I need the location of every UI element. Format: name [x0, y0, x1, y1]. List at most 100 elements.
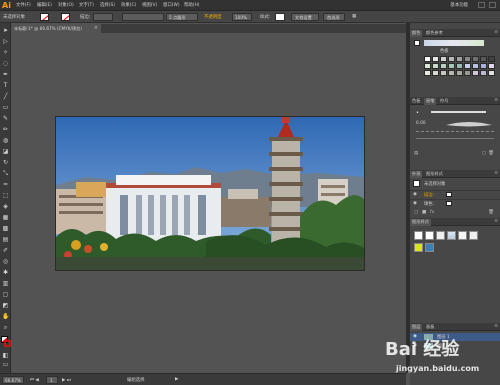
- style-swatch-4[interactable]: [447, 231, 456, 240]
- style-swatch-8[interactable]: [425, 243, 434, 252]
- delete-item-icon[interactable]: 🗑: [488, 210, 494, 215]
- stroke-color-icon[interactable]: [4, 340, 11, 347]
- stroke-swatch[interactable]: [61, 13, 70, 21]
- document-setup-button[interactable]: 文档设置: [291, 13, 319, 21]
- eyedropper-tool-icon[interactable]: ✐: [2, 247, 9, 254]
- menu-edit[interactable]: 编辑(E): [37, 2, 52, 8]
- style-swatch-3[interactable]: [436, 231, 445, 240]
- color-swatch[interactable]: [424, 70, 431, 76]
- first-page-icon[interactable]: ⏮ ◀: [30, 377, 39, 383]
- close-window-icon[interactable]: [489, 2, 496, 8]
- color-swatch[interactable]: [472, 63, 479, 69]
- default-style-swatch[interactable]: [414, 231, 423, 240]
- appearance-stroke-swatch[interactable]: [446, 192, 452, 197]
- lasso-tool-icon[interactable]: ◌: [2, 60, 9, 67]
- visibility-eye-icon[interactable]: ◉: [413, 192, 417, 197]
- tab-appearance[interactable]: 外观: [410, 171, 423, 178]
- color-swatch[interactable]: [456, 63, 463, 69]
- workspace-switcher[interactable]: 基本功能: [450, 2, 468, 8]
- eraser-tool-icon[interactable]: ◪: [2, 148, 9, 155]
- tab-brushes[interactable]: 画笔: [424, 98, 437, 105]
- color-swatch[interactable]: [464, 56, 471, 62]
- menu-effect[interactable]: 效果(C): [121, 2, 136, 8]
- brush-stroke-shape[interactable]: [444, 120, 494, 128]
- selection-tool-icon[interactable]: ➤: [2, 27, 9, 34]
- color-swatch[interactable]: [440, 70, 447, 76]
- color-swatch[interactable]: [456, 56, 463, 62]
- artboard[interactable]: [55, 116, 365, 271]
- scale-tool-icon[interactable]: ⤡: [2, 170, 9, 177]
- color-swatch[interactable]: [424, 56, 431, 62]
- free-transform-tool-icon[interactable]: ⬚: [2, 192, 9, 199]
- new-brush-icon[interactable]: ▢: [482, 151, 486, 156]
- graphic-styles-menu-icon[interactable]: ≡: [494, 219, 498, 224]
- add-stroke-icon[interactable]: ▢: [414, 210, 418, 215]
- stroke-weight-field[interactable]: [93, 13, 113, 21]
- color-swatch[interactable]: [464, 70, 471, 76]
- menu-window[interactable]: 窗口(W): [163, 2, 180, 8]
- color-swatch[interactable]: [440, 63, 447, 69]
- document-tab[interactable]: 未标题-1* @ 66.67% (CMYK/预览) ×: [11, 24, 101, 33]
- variable-width-select[interactable]: [122, 13, 164, 21]
- visibility-eye-icon[interactable]: ◉: [413, 201, 417, 206]
- page-field[interactable]: 1: [46, 376, 58, 384]
- swatch-fill-icon[interactable]: [414, 40, 420, 46]
- tab-color[interactable]: 颜色: [410, 30, 423, 37]
- menu-type[interactable]: 文字(T): [79, 2, 94, 8]
- color-swatch[interactable]: [488, 56, 495, 62]
- layers-menu-icon[interactable]: ≡: [494, 324, 498, 329]
- tab-symbols[interactable]: 符号: [438, 98, 450, 104]
- style-swatch-5[interactable]: [458, 231, 467, 240]
- opacity-label[interactable]: 不透明度: [204, 14, 222, 20]
- color-swatch[interactable]: [432, 56, 439, 62]
- style-swatch-2[interactable]: [425, 231, 434, 240]
- zoom-tool-icon[interactable]: ⌕: [2, 324, 9, 331]
- tab-graphic-styles[interactable]: 图形样式: [424, 171, 445, 177]
- menu-file[interactable]: 文件(F): [16, 2, 31, 8]
- menu-view[interactable]: 视图(V): [142, 2, 157, 8]
- shape-builder-tool-icon[interactable]: ◈: [2, 203, 9, 210]
- column-graph-tool-icon[interactable]: ▥: [2, 280, 9, 287]
- preferences-button[interactable]: 首选项: [323, 13, 345, 21]
- color-swatch[interactable]: [424, 63, 431, 69]
- type-tool-icon[interactable]: T: [2, 82, 9, 89]
- brush-library-icon[interactable]: ▤: [414, 151, 418, 156]
- next-page-icon[interactable]: ▶ ⏭: [62, 377, 71, 383]
- menu-help[interactable]: 帮助(H): [184, 2, 200, 8]
- brush-stroke-preview[interactable]: [431, 111, 486, 113]
- symbol-sprayer-tool-icon[interactable]: ✱: [2, 269, 9, 276]
- style-swatch-7[interactable]: [414, 243, 423, 252]
- blob-brush-tool-icon[interactable]: ◍: [2, 137, 9, 144]
- brush-definition-select[interactable]: 5 点圆形: [166, 13, 198, 21]
- close-tab-icon[interactable]: ×: [94, 25, 98, 31]
- panel-menu-icon[interactable]: ≡: [494, 30, 498, 35]
- artboard-tool-icon[interactable]: ▢: [2, 291, 9, 298]
- color-swatch[interactable]: [440, 56, 447, 62]
- perspective-grid-tool-icon[interactable]: ▦: [2, 214, 9, 221]
- rectangle-tool-icon[interactable]: ▭: [2, 104, 9, 111]
- arrange-icon[interactable]: ▦: [352, 14, 356, 19]
- paintbrush-tool-icon[interactable]: ✎: [2, 115, 9, 122]
- color-swatch[interactable]: [488, 70, 495, 76]
- style-swatch-6[interactable]: [469, 231, 478, 240]
- magic-wand-tool-icon[interactable]: ✧: [2, 49, 9, 56]
- gradient-tool-icon[interactable]: ▤: [2, 236, 9, 243]
- color-ramp[interactable]: [424, 40, 484, 46]
- status-menu-icon[interactable]: ▶: [175, 377, 178, 382]
- tab-swatches[interactable]: 色板: [410, 98, 422, 104]
- graphic-style-swatch[interactable]: [275, 13, 285, 21]
- blend-tool-icon[interactable]: ◎: [2, 258, 9, 265]
- zoom-field[interactable]: 66.67%: [2, 376, 24, 384]
- menu-select[interactable]: 选择(S): [100, 2, 115, 8]
- fill-stroke-control[interactable]: [1, 336, 11, 348]
- add-fill-icon[interactable]: ■: [422, 210, 426, 215]
- appearance-row-stroke[interactable]: ◉ 描边:: [410, 190, 500, 198]
- fill-swatch[interactable]: [40, 13, 49, 21]
- opacity-field[interactable]: 100%: [232, 13, 252, 21]
- color-swatch[interactable]: [464, 63, 471, 69]
- add-effect-icon[interactable]: fx: [430, 210, 434, 215]
- color-swatch[interactable]: [456, 70, 463, 76]
- line-tool-icon[interactable]: ╱: [2, 93, 9, 100]
- brush-dot-icon[interactable]: •: [416, 110, 419, 116]
- color-swatch[interactable]: [472, 56, 479, 62]
